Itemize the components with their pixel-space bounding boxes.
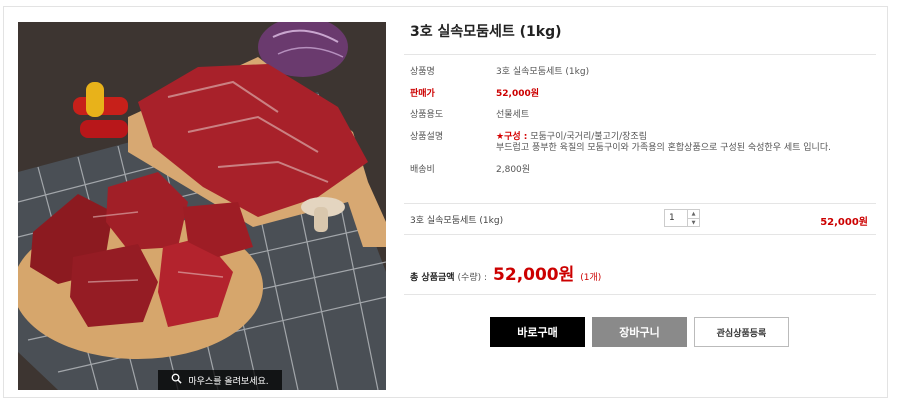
zoom-hint: 마우스를 올려보세요. xyxy=(158,370,282,390)
beef-set-photo xyxy=(18,22,386,390)
composition-highlight: ★구성 : xyxy=(496,132,528,142)
total-sub: (수량) : xyxy=(457,273,488,283)
option-name: 3호 실속모둠세트 (1kg) xyxy=(410,216,504,226)
zoom-hint-text: 마우스를 올려보세요. xyxy=(188,376,269,387)
product-title: 3호 실속모둠세트 (1kg) xyxy=(410,24,562,40)
total-label: 총 상품금액 xyxy=(410,273,455,283)
add-to-wishlist-button[interactable]: 관심상품등록 xyxy=(694,317,789,347)
total-count: (1개) xyxy=(580,273,602,283)
quantity-stepper[interactable]: 1 ▲ ▼ xyxy=(664,209,700,227)
field-value: 3호 실속모둠세트 (1kg) xyxy=(496,67,590,77)
add-to-cart-button[interactable]: 장바구니 xyxy=(592,317,687,347)
field-label: 상품명 xyxy=(410,67,435,77)
total-amount: 52,000원 xyxy=(493,265,575,285)
divider xyxy=(404,234,876,235)
field-label: 상품설명 xyxy=(410,132,444,142)
divider xyxy=(404,203,876,204)
magnifier-icon xyxy=(171,373,182,387)
buy-now-button[interactable]: 바로구매 xyxy=(490,317,585,347)
increase-arrow-icon[interactable]: ▲ xyxy=(688,210,699,219)
field-value: 52,000원 xyxy=(496,89,540,99)
field-label: 상품용도 xyxy=(410,110,444,120)
field-label: 배송비 xyxy=(410,165,435,175)
decrease-arrow-icon[interactable]: ▼ xyxy=(688,219,699,227)
field-label: 판매가 xyxy=(410,89,435,99)
divider xyxy=(404,54,876,55)
description-text: 부드럽고 풍부한 육질의 모둠구이와 가족용의 혼합상품으로 구성된 숙성한우 … xyxy=(496,143,831,153)
product-image[interactable]: 마우스를 올려보세요. xyxy=(18,22,386,390)
total-price: 총 상품금액 (수량) : 52,000원 (1개) xyxy=(410,260,601,285)
field-value: 선물세트 xyxy=(496,110,530,120)
composition-text: 모둠구이/국거리/불고기/장조림 xyxy=(530,132,647,142)
divider xyxy=(404,294,876,295)
field-value: 2,800원 xyxy=(496,165,531,175)
product-info-panel: 3호 실속모둠세트 (1kg) 상품명 3호 실속모둠세트 (1kg) 판매가 … xyxy=(404,22,876,347)
field-value: ★구성 : 모둠구이/국거리/불고기/장조림 부드럽고 풍부한 육질의 모둠구이… xyxy=(496,132,866,154)
quantity-input[interactable]: 1 xyxy=(665,210,688,226)
option-price: 52,000원 xyxy=(820,217,868,228)
